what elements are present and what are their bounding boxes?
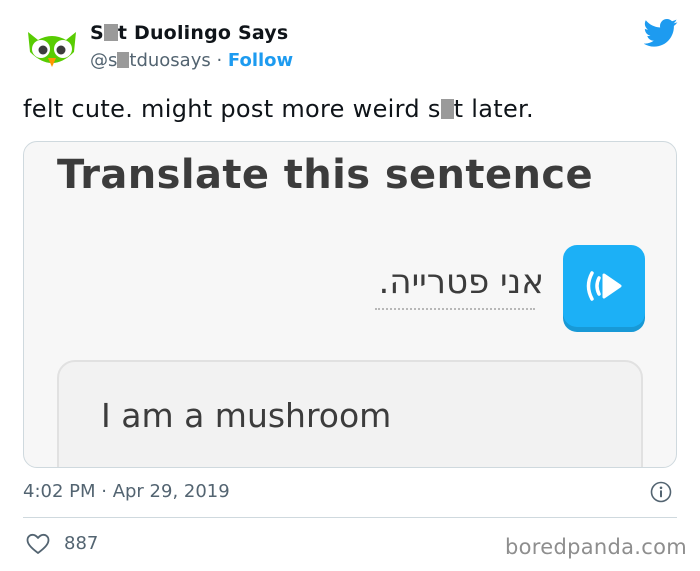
dotted-underline [375, 308, 535, 312]
handle-start: @s [90, 50, 118, 71]
handle-end: tduosays [129, 50, 211, 71]
divider [23, 517, 677, 518]
tweet-text-start: felt cute. might post more weird s [23, 95, 441, 123]
display-name[interactable]: St Duolingo Says [90, 22, 288, 44]
tweet-text: felt cute. might post more weird s t late… [23, 95, 534, 123]
info-icon[interactable] [650, 481, 672, 503]
tweet-text-end: t later. [453, 95, 534, 123]
twitter-bird-icon[interactable] [644, 18, 678, 48]
speaker-button[interactable] [563, 245, 645, 327]
hebrew-sentence[interactable]: אני פטרייה. [379, 262, 544, 302]
duolingo-owl-icon[interactable] [22, 22, 82, 72]
display-name-start: S [90, 22, 104, 44]
handle-separator: · [210, 50, 228, 71]
redaction-block [117, 52, 130, 68]
answer-text: I am a mushroom [101, 396, 392, 435]
speaker-icon [586, 271, 622, 301]
redaction-block [440, 99, 454, 119]
handle-row: @s tduosays · Follow [90, 50, 293, 71]
tweet-timestamp[interactable]: 4:02 PM · Apr 29, 2019 [23, 481, 230, 502]
media-card[interactable]: Translate this sentence אני פטרייה. I am… [23, 141, 677, 468]
watermark: boredpanda.com [505, 535, 688, 559]
like-count: 887 [64, 533, 99, 554]
display-name-end: t Duolingo Says [117, 22, 289, 44]
exercise-title: Translate this sentence [57, 152, 593, 198]
heart-icon[interactable] [26, 533, 50, 555]
tweet-card: St Duolingo Says @s tduosays · Follow fel… [0, 0, 700, 571]
redaction-block [103, 24, 118, 41]
follow-link[interactable]: Follow [228, 50, 293, 71]
answer-input[interactable]: I am a mushroom [57, 360, 643, 467]
